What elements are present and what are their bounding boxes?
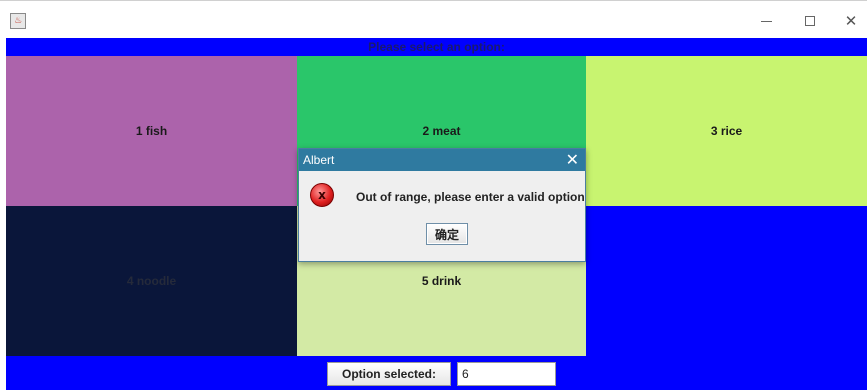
dialog-close-icon[interactable]: ✕ [566, 150, 579, 169]
java-cup-icon: ♨ [10, 13, 26, 29]
dialog-titlebar: Albert ✕ [299, 149, 585, 171]
maximize-icon [805, 16, 815, 26]
option-tile-rice[interactable]: 3 rice [586, 56, 867, 206]
dialog-ok-button[interactable]: 确定 [426, 223, 468, 245]
minimize-button[interactable] [753, 8, 779, 34]
footer-bar: Option selected: [6, 356, 867, 390]
dialog-message: Out of range, please enter a valid optio… [356, 190, 585, 204]
window-close-button[interactable]: ✕ [838, 8, 864, 34]
minimize-icon [760, 20, 772, 22]
option-tile-noodle[interactable]: 4 noodle [6, 206, 297, 356]
prompt-label: Please select an option: [6, 38, 867, 56]
empty-tile [586, 206, 867, 356]
option-input[interactable] [457, 362, 556, 386]
error-icon: x [310, 183, 334, 207]
window-titlebar: ♨ ✕ [0, 0, 867, 38]
option-tile-fish[interactable]: 1 fish [6, 56, 297, 206]
dialog-title: Albert [303, 153, 335, 167]
maximize-button[interactable] [797, 8, 823, 34]
error-icon-glyph: x [318, 188, 326, 202]
close-icon: ✕ [844, 12, 858, 30]
error-dialog: Albert ✕ x Out of range, please enter a … [298, 148, 586, 262]
option-selected-button[interactable]: Option selected: [327, 362, 451, 386]
